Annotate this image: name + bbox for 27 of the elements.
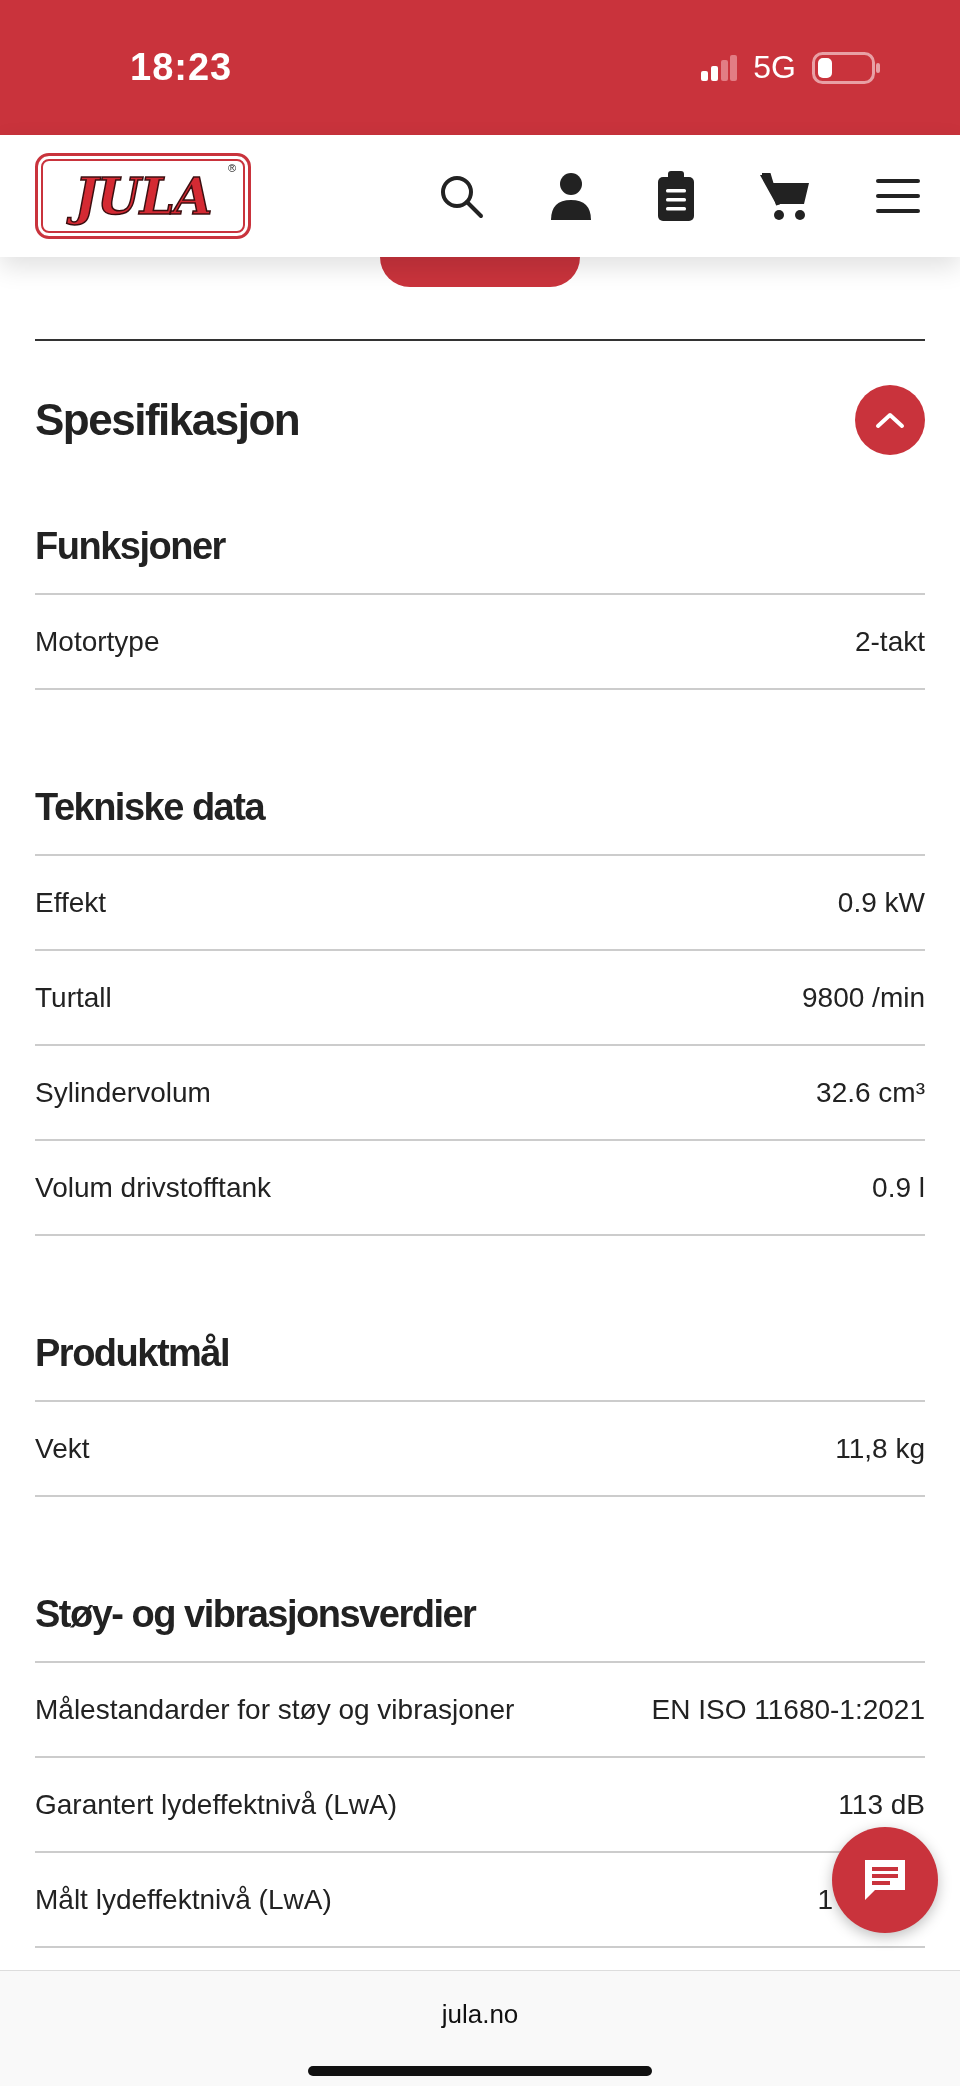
network-label: 5G — [753, 49, 796, 86]
spec-label: Effekt — [35, 886, 107, 919]
spec-value: 0.9 kW — [837, 886, 925, 919]
spec-label: Målestandarder for støy og vibrasjoner — [35, 1693, 515, 1726]
group-heading: Tekniske data — [35, 760, 925, 856]
spec-label: Målt lydeffektnivå (LwA) — [35, 1883, 332, 1916]
clock: 18:23 — [130, 46, 233, 89]
spec-value: 113 dB — [838, 1788, 925, 1821]
spec-value: 32.6 cm³ — [816, 1076, 925, 1109]
spec-label: Vekt — [35, 1432, 90, 1465]
spec-value: 9800 /min — [802, 981, 925, 1014]
spec-label: Garantert lydeffektnivå (LwA) — [35, 1788, 398, 1821]
section-title: Spesifikasjon — [35, 395, 300, 445]
spec-value: 11,8 kg — [835, 1432, 925, 1465]
spec-label: Motortype — [35, 625, 160, 658]
logo[interactable]: JULA ® — [35, 153, 251, 239]
group-heading: Produktmål — [35, 1306, 925, 1402]
group-heading: Støy- og vibrasjonsverdier — [35, 1567, 925, 1663]
url-text[interactable]: jula.no — [441, 1999, 519, 2030]
spec-label: Volum drivstofftank — [35, 1171, 272, 1204]
spec-label: Turtall — [35, 981, 112, 1014]
spec-value: 0.9 l — [872, 1171, 925, 1204]
spec-value: EN ISO 11680-1:2021 — [651, 1693, 925, 1726]
spec-label: Sylindervolum — [35, 1076, 211, 1109]
group-heading: Funksjoner — [35, 499, 925, 595]
spec-value: 2-takt — [854, 625, 925, 658]
spec-value: 1 — [817, 1883, 834, 1916]
